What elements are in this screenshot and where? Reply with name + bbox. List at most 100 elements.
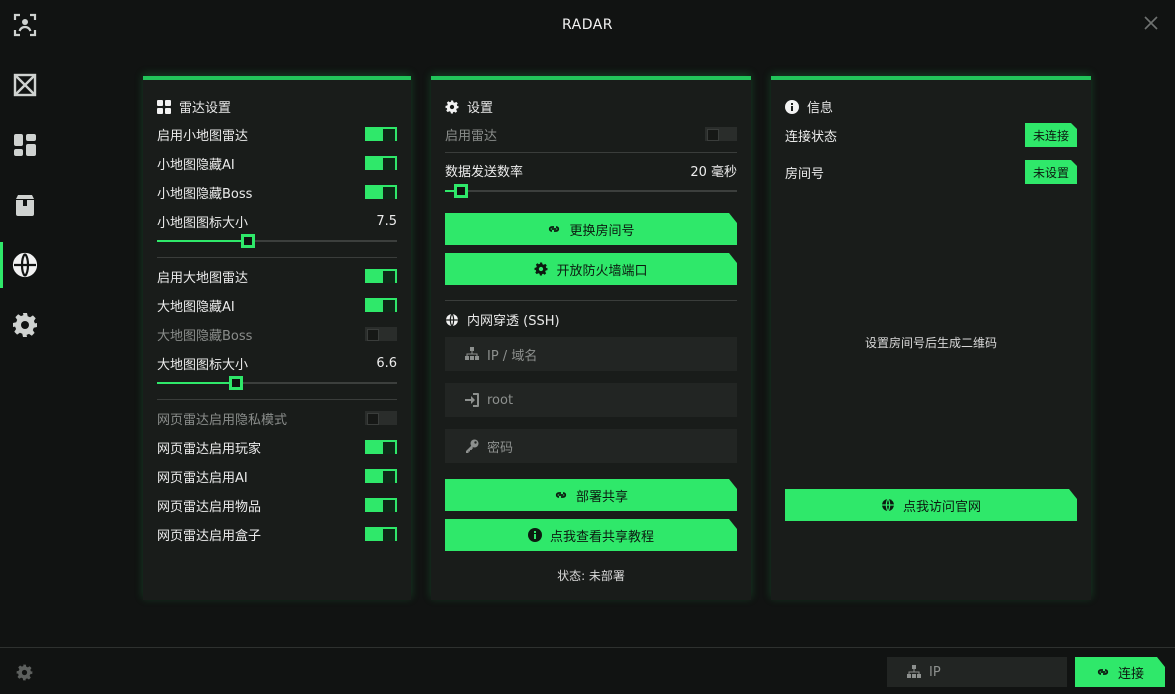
big-hide-ai-toggle[interactable] [365,298,397,312]
big-hide-ai-row: 大地图隐藏AI [157,295,397,315]
radar-settings-title: 雷达设置 [179,101,232,116]
big-hide-ai-label: 大地图隐藏AI [157,299,235,315]
mini-hide-ai-row: 小地图隐藏AI [157,153,397,173]
link-icon [547,222,561,236]
slider-thumb[interactable] [453,184,468,198]
globe-icon [446,313,458,326]
send-rate-value: 20 毫秒 [690,164,737,180]
big-icon-size-value: 6.6 [376,355,397,371]
ssh-user-input[interactable]: root [445,383,737,417]
settings-panel: 设置 启用雷达 数据发送数率 20 毫秒 更换房间号 开放防火墙端口 内网穿透 … [431,76,751,600]
change-room-label: 更换房间号 [569,223,635,239]
web-boxes-label: 网页雷达启用盒子 [157,528,262,544]
deploy-share-button[interactable]: 部署共享 [445,479,737,511]
share-tutorial-label: 点我查看共享教程 [549,529,654,545]
send-rate-row: 数据发送数率 20 毫秒 [445,160,737,180]
send-rate-slider[interactable] [445,184,737,198]
globe-icon [12,252,38,278]
big-hide-boss-label: 大地图隐藏Boss [157,328,253,344]
connect-button[interactable]: 连接 [1075,657,1165,687]
big-hide-boss-row: 大地图隐藏Boss [157,324,397,344]
mini-icon-size-slider[interactable] [157,234,397,248]
visit-website-button[interactable]: 点我访问官网 [785,489,1077,521]
big-icon-size-label: 大地图图标大小 [157,357,249,373]
radar-settings-panel: 雷达设置 启用小地图雷达 小地图隐藏AI 小地图隐藏Boss 小地图图标大小 7… [143,76,411,600]
open-firewall-button[interactable]: 开放防火墙端口 [445,253,737,285]
sidebar-item-package[interactable] [0,182,50,228]
web-items-toggle[interactable] [365,498,397,512]
slider-thumb[interactable] [241,234,255,248]
mini-hide-ai-toggle[interactable] [365,156,397,170]
web-privacy-toggle[interactable] [365,411,397,425]
send-rate-label: 数据发送数率 [445,164,524,180]
mini-radar-row: 启用小地图雷达 [157,124,397,144]
sidebar-item-globe[interactable] [0,242,50,288]
globe-icon [881,498,895,512]
web-players-toggle[interactable] [365,440,397,454]
ssh-password-placeholder: 密码 [487,440,514,456]
server-ip-input[interactable]: IP [887,657,1067,687]
visit-website-label: 点我访问官网 [902,499,981,515]
web-privacy-row: 网页雷达启用隐私模式 [157,408,397,428]
sidebar-item-gear[interactable] [0,302,50,348]
web-ai-row: 网页雷达启用AI [157,466,397,486]
web-players-row: 网页雷达启用玩家 [157,437,397,457]
connect-label: 连接 [1117,666,1144,682]
window-title: RADAR [561,17,614,33]
gear-icon [445,100,459,113]
slider-thumb[interactable] [229,376,243,390]
qr-code-placeholder: 设置房间号后生成二维码 [864,336,997,350]
mini-hide-boss-toggle[interactable] [365,185,397,199]
big-icon-size-slider[interactable] [157,376,397,390]
ssh-password-input[interactable]: 密码 [445,429,737,463]
big-hide-boss-toggle[interactable] [365,327,397,341]
info-icon [528,528,542,542]
ssh-title: 内网穿透 (SSH) [467,314,560,329]
mini-icon-size-label: 小地图图标大小 [157,215,249,231]
server-ip-placeholder: IP [929,664,941,680]
mini-hide-boss-row: 小地图隐藏Boss [157,182,397,202]
deploy-status: 状态: 未部署 [557,569,625,583]
mini-radar-toggle[interactable] [365,127,397,141]
link-icon [554,488,568,502]
mini-hide-boss-label: 小地图隐藏Boss [157,186,253,202]
sidebar-item-dashboard[interactable] [0,122,50,168]
share-tutorial-button[interactable]: 点我查看共享教程 [445,519,737,551]
radar-settings-header: 雷达设置 [157,97,231,116]
deploy-share-label: 部署共享 [575,489,628,505]
change-room-button[interactable]: 更换房间号 [445,213,737,245]
enable-radar-toggle[interactable] [705,127,737,141]
sidebar-item-crossed-box[interactable] [0,62,50,108]
divider [445,152,737,153]
settings-title: 设置 [467,101,494,116]
divider [445,300,737,301]
info-header: 信息 [785,97,833,116]
divider [157,399,397,400]
web-ai-toggle[interactable] [365,469,397,483]
slider-fill [157,240,241,242]
web-privacy-label: 网页雷达启用隐私模式 [157,412,288,428]
web-boxes-row: 网页雷达启用盒子 [157,524,397,544]
dashboard-icon [14,134,36,156]
web-boxes-toggle[interactable] [365,527,397,541]
settings-header: 设置 [445,97,493,116]
package-icon [16,195,34,216]
connection-status-badge: 未连接 [1025,123,1077,147]
big-icon-size-row: 大地图图标大小 6.6 [157,353,397,373]
slider-fill [157,382,229,384]
room-number-row: 房间号 未设置 [785,159,1077,185]
info-panel: 信息 连接状态 未连接 房间号 未设置 设置房间号后生成二维码 点我访问官网 [771,76,1091,600]
room-number-label: 房间号 [785,166,825,182]
close-icon[interactable] [1143,15,1159,31]
ssh-ip-input[interactable]: IP / 域名 [445,337,737,371]
room-number-badge: 未设置 [1025,160,1077,184]
mini-hide-ai-label: 小地图隐藏AI [157,157,235,173]
ssh-ip-placeholder: IP / 域名 [487,348,538,364]
settings-gear-icon[interactable] [16,664,33,681]
ssh-header: 内网穿透 (SSH) [445,310,560,329]
info-icon [785,99,799,114]
big-radar-toggle[interactable] [365,269,397,283]
web-players-label: 网页雷达启用玩家 [157,441,262,457]
ssh-user-value: root [487,392,514,408]
open-firewall-label: 开放防火墙端口 [556,263,648,279]
